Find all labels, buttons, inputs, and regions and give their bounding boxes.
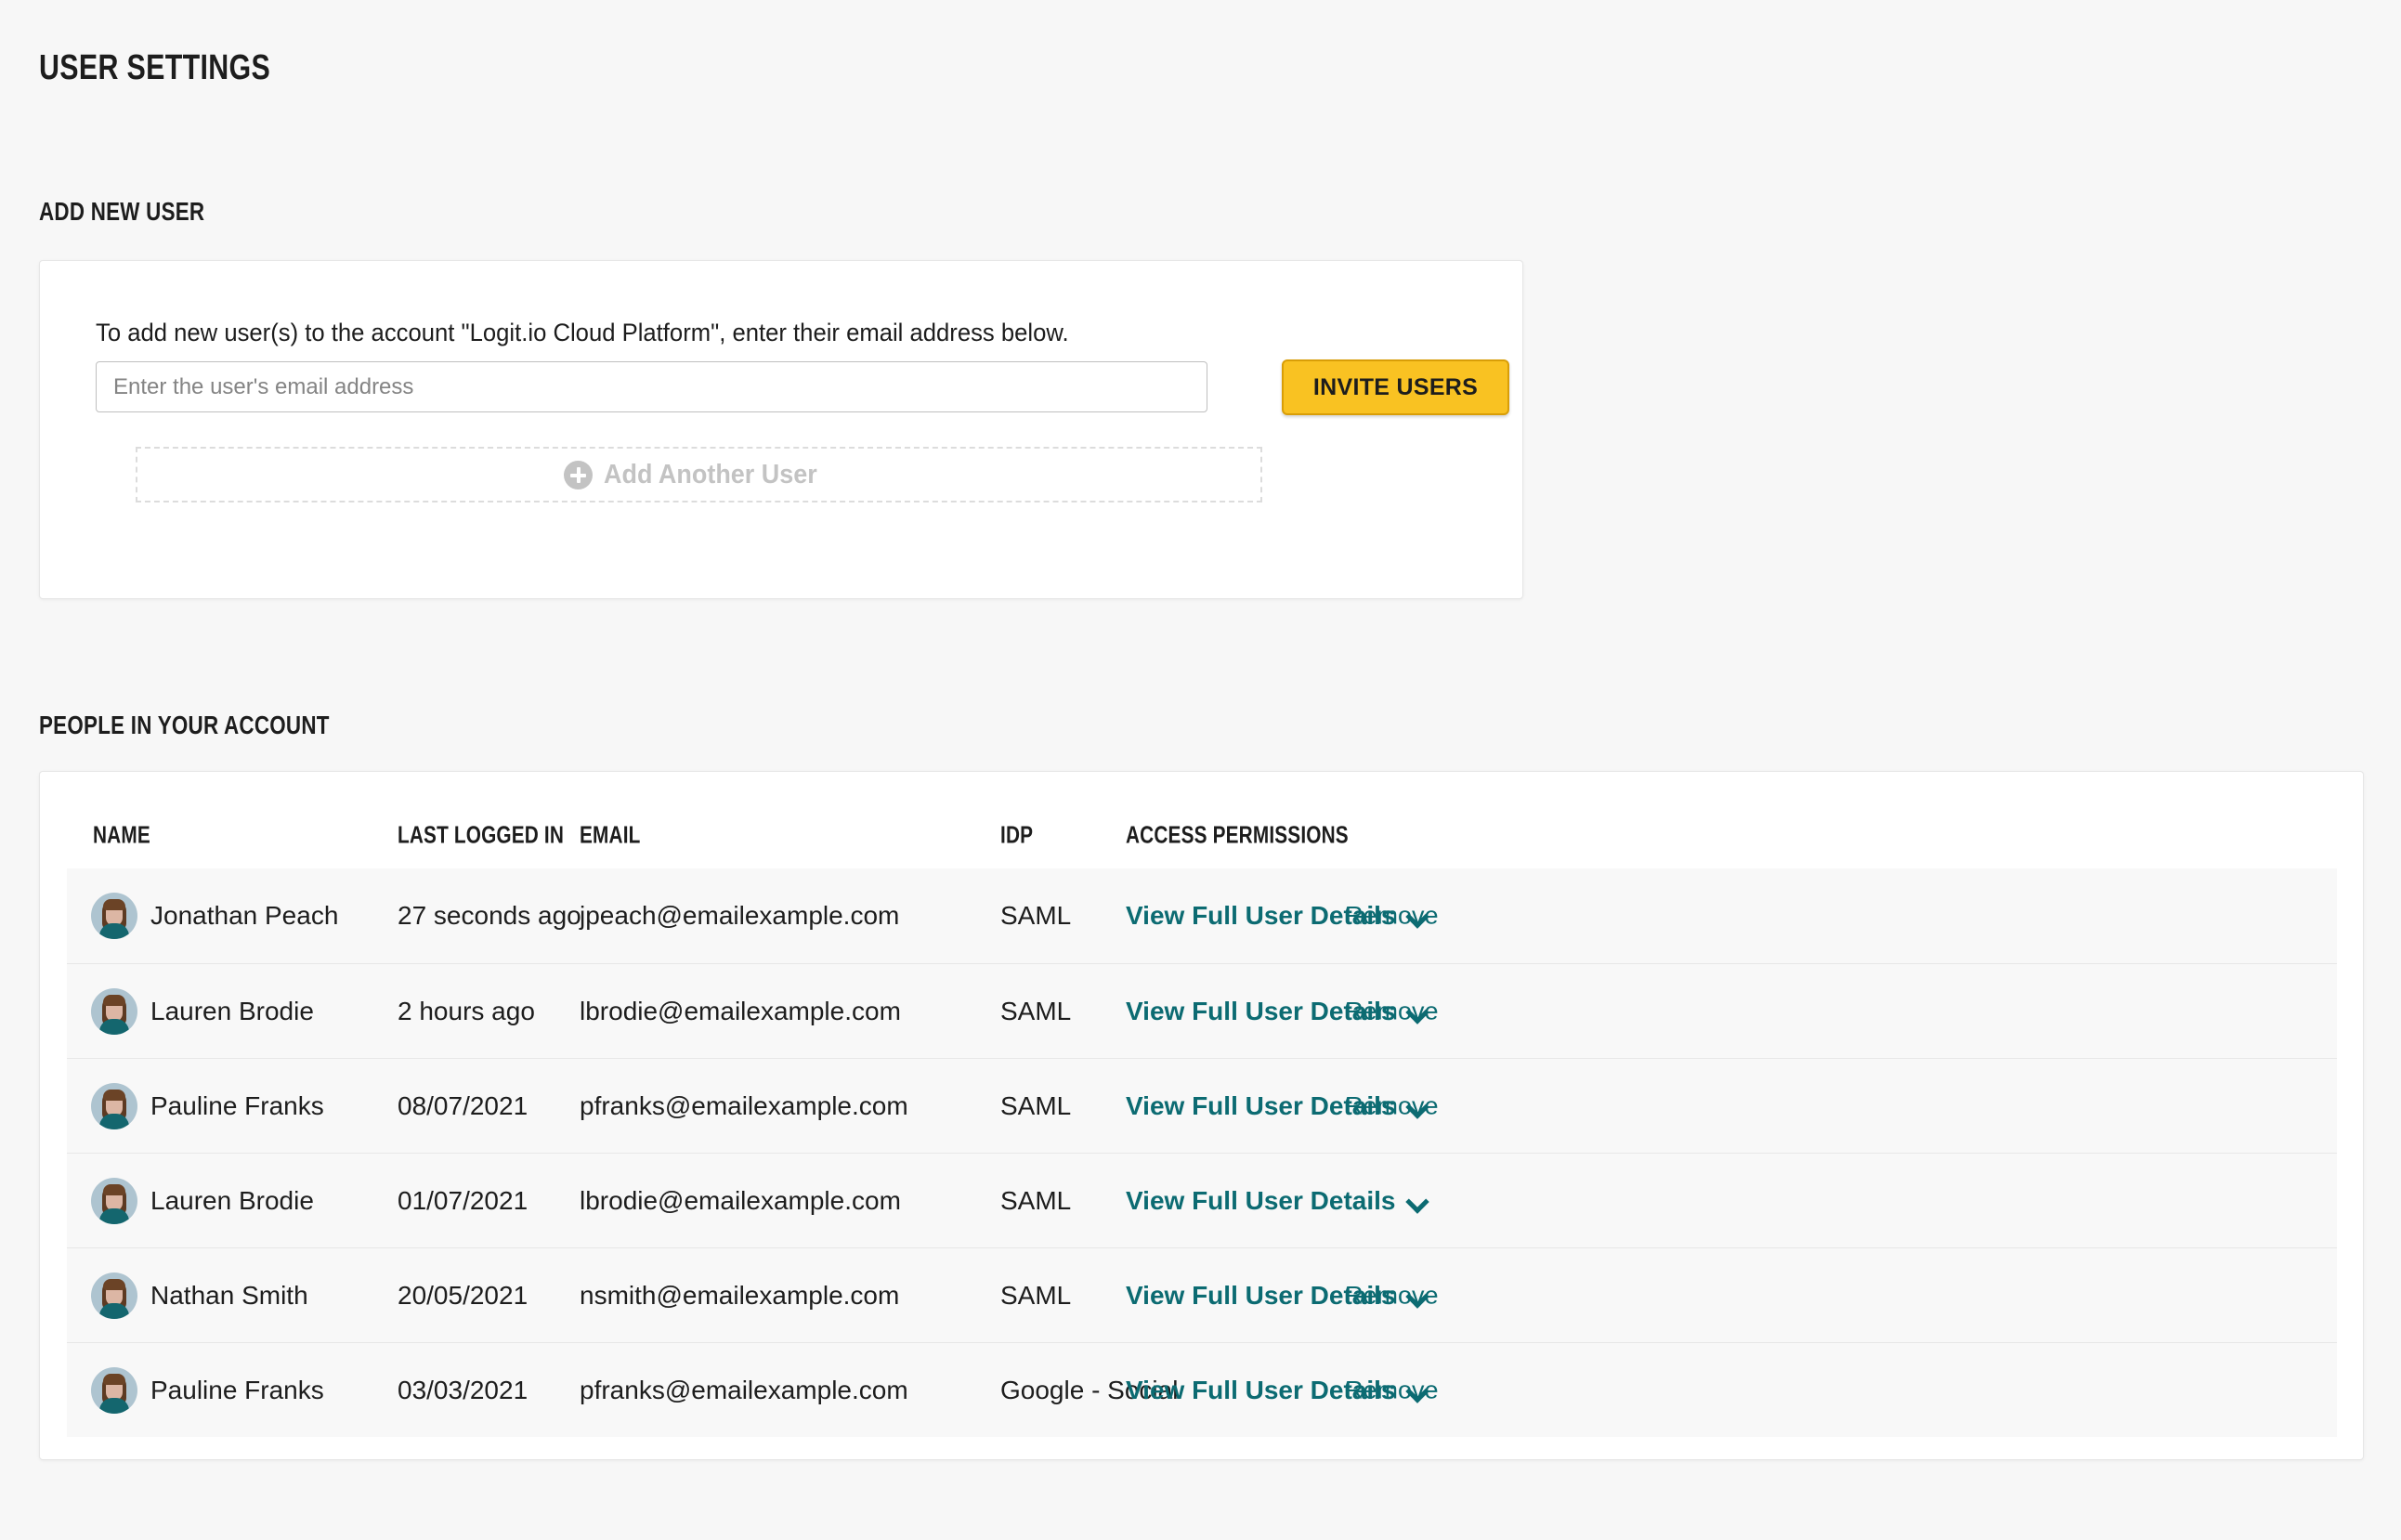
avatar-image: [91, 893, 137, 939]
column-header-last-logged: LAST LOGGED IN: [398, 821, 564, 850]
avatar: [91, 1272, 137, 1319]
user-email: pfranks@emailexample.com: [580, 1091, 908, 1121]
chevron-down-icon: [1407, 1192, 1426, 1210]
user-name: Lauren Brodie: [150, 997, 314, 1026]
table-row: Jonathan Peach 27 seconds agojpeach@email…: [67, 868, 2337, 963]
avatar: [91, 1083, 137, 1129]
remove-user-link[interactable]: Remove: [1345, 1377, 1439, 1405]
people-table: NAME LAST LOGGED IN EMAIL IDP ACCESS PER…: [67, 772, 2337, 1437]
table-body: Jonathan Peach 27 seconds agojpeach@email…: [67, 868, 2337, 1437]
last-logged-in: 2 hours ago: [398, 997, 535, 1026]
user-name: Jonathan Peach: [150, 901, 338, 931]
user-name: Nathan Smith: [150, 1281, 308, 1311]
user-idp: SAML: [1000, 997, 1071, 1026]
add-another-user-label: Add Another User: [604, 460, 817, 490]
add-another-user-button[interactable]: Add Another User: [136, 447, 1262, 502]
add-new-user-card: To add new user(s) to the account "Logit…: [39, 260, 1523, 599]
last-logged-in: 03/03/2021: [398, 1376, 528, 1405]
user-idp: SAML: [1000, 1186, 1071, 1216]
column-header-permissions: ACCESS PERMISSIONS: [1126, 821, 1349, 850]
people-in-account-heading: PEOPLE IN YOUR ACCOUNT: [39, 711, 330, 740]
email-input[interactable]: [96, 361, 1207, 412]
people-table-card: NAME LAST LOGGED IN EMAIL IDP ACCESS PER…: [39, 771, 2364, 1460]
user-email: pfranks@emailexample.com: [580, 1376, 908, 1405]
avatar: [91, 893, 137, 939]
table-row: Lauren Brodie 2 hours ago lbrodie@emailexa…: [67, 963, 2337, 1058]
user-name: Pauline Franks: [150, 1376, 324, 1405]
view-full-user-details-link[interactable]: View Full User Details: [1126, 1186, 1426, 1216]
table-header-row: NAME LAST LOGGED IN EMAIL IDP ACCESS PER…: [67, 772, 2337, 868]
user-email: lbrodie@emailexample.com: [580, 1186, 901, 1216]
user-idp: SAML: [1000, 1091, 1071, 1121]
user-name: Pauline Franks: [150, 1091, 324, 1121]
add-new-user-heading: ADD NEW USER: [39, 197, 204, 227]
table-row: Lauren Brodie 01/07/2021 lbrodie@emailexam…: [67, 1153, 2337, 1247]
column-header-email: EMAIL: [580, 821, 641, 850]
user-email: jpeach@emailexample.com: [580, 901, 899, 931]
last-logged-in: 27 seconds ago: [398, 901, 581, 931]
plus-circle-icon: [564, 461, 593, 489]
last-logged-in: 01/07/2021: [398, 1186, 528, 1216]
avatar: [91, 988, 137, 1035]
remove-user-link[interactable]: Remove: [1345, 1092, 1439, 1121]
user-settings-page: USER SETTINGS ADD NEW USER To add new us…: [0, 0, 2401, 1540]
view-full-user-details-label: View Full User Details: [1126, 1186, 1396, 1216]
avatar-image: [91, 1178, 137, 1224]
column-header-name: NAME: [93, 821, 150, 850]
table-row: Nathan Smith 20/05/2021 nsmith@emailexampl…: [67, 1247, 2337, 1342]
avatar-image: [91, 1367, 137, 1414]
column-header-idp: IDP: [1000, 821, 1033, 850]
avatar: [91, 1178, 137, 1224]
page-title: USER SETTINGS: [39, 48, 270, 88]
access-permissions-cell: View Full User Details: [1126, 1186, 1426, 1216]
avatar-image: [91, 1083, 137, 1129]
remove-user-link[interactable]: Remove: [1345, 902, 1439, 931]
user-email: lbrodie@emailexample.com: [580, 997, 901, 1026]
add-user-intro-text: To add new user(s) to the account "Logit…: [96, 319, 1069, 347]
table-row: Pauline Franks 03/03/2021 pfranks@emailexa…: [67, 1342, 2337, 1437]
avatar: [91, 1367, 137, 1414]
user-name: Lauren Brodie: [150, 1186, 314, 1216]
last-logged-in: 08/07/2021: [398, 1091, 528, 1121]
user-idp: SAML: [1000, 1281, 1071, 1311]
remove-user-link[interactable]: Remove: [1345, 1282, 1439, 1311]
avatar-image: [91, 988, 137, 1035]
table-row: Pauline Franks 08/07/2021 pfranks@emailexa…: [67, 1058, 2337, 1153]
invite-users-button[interactable]: INVITE USERS: [1282, 359, 1509, 415]
avatar-image: [91, 1272, 137, 1319]
remove-user-link[interactable]: Remove: [1345, 998, 1439, 1026]
last-logged-in: 20/05/2021: [398, 1281, 528, 1311]
user-email: nsmith@emailexample.com: [580, 1281, 899, 1311]
user-idp: SAML: [1000, 901, 1071, 931]
